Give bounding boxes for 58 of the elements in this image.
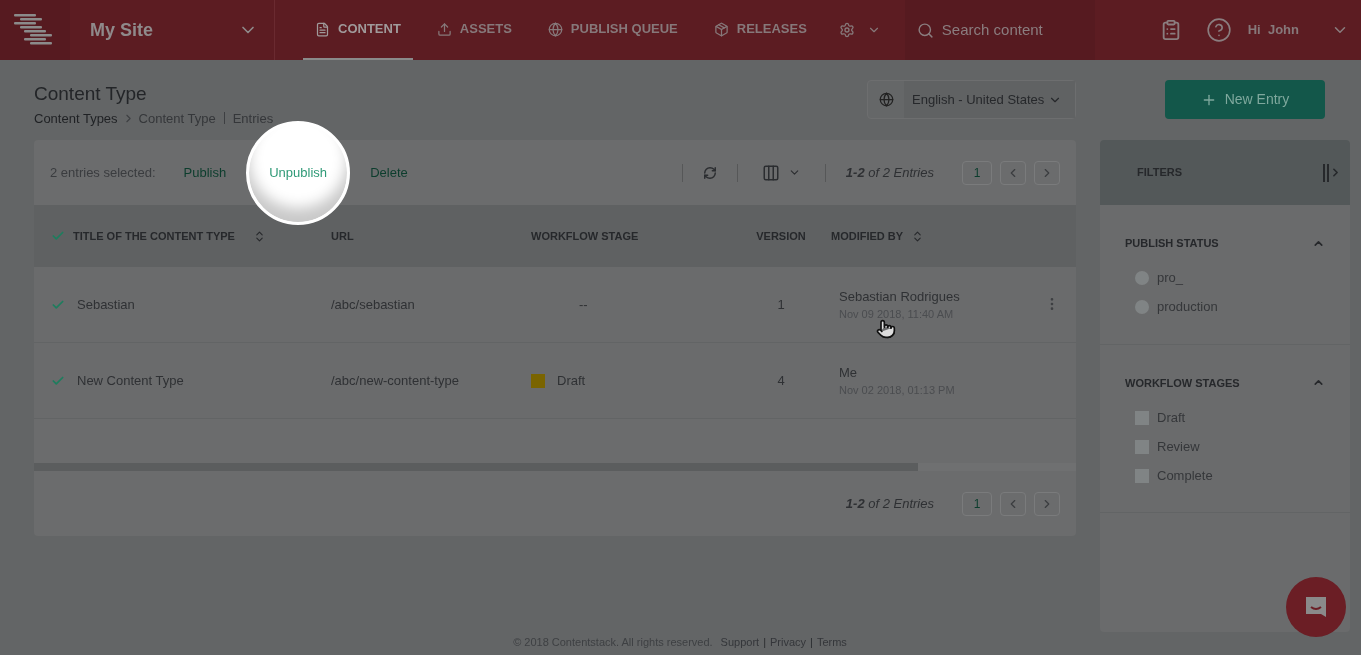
locale-selector[interactable]: English - United States xyxy=(867,80,1076,119)
search-field[interactable]: Search content xyxy=(941,18,1082,42)
page-title: Content Type xyxy=(34,82,148,106)
bulk-action-link[interactable]: Delete xyxy=(366,162,412,183)
bulk-action-link[interactable]: Unpublish xyxy=(246,121,351,225)
search-icon xyxy=(916,21,934,39)
radio-button[interactable] xyxy=(1135,271,1149,285)
upload-icon xyxy=(436,21,452,37)
filter-section-title: PUBLISH STATUS xyxy=(1125,236,1219,251)
column-header: URL xyxy=(331,228,354,244)
nav-tab[interactable]: ASSETS xyxy=(424,0,524,60)
version-number: 1 xyxy=(777,296,785,312)
checkbox[interactable] xyxy=(1135,468,1149,483)
hand-cursor-icon xyxy=(876,319,896,339)
nav-tab[interactable]: PUBLISH QUEUE xyxy=(535,0,690,60)
column-header: VERSION xyxy=(756,228,806,244)
footer-separator: | xyxy=(763,634,766,650)
help-icon[interactable] xyxy=(1205,17,1232,43)
entries-count: 1-2 of 2 Entries xyxy=(845,163,934,182)
nav-tab[interactable]: RELEASES xyxy=(701,0,819,60)
previous-page-button[interactable] xyxy=(1000,160,1026,185)
page-number[interactable]: 1 xyxy=(962,160,992,185)
checkbox[interactable] xyxy=(1135,410,1149,425)
site-selector[interactable]: My Site xyxy=(70,0,275,60)
user-greeting[interactable]: Hi John xyxy=(1247,20,1299,40)
globe-icon xyxy=(878,92,894,107)
nav-tab[interactable]: CONTENT xyxy=(303,0,413,60)
document-icon xyxy=(315,21,330,37)
column-header[interactable]: TITLE OF THE CONTENT TYPE xyxy=(73,227,235,245)
box-icon xyxy=(713,21,729,37)
search-bar[interactable]: Search content xyxy=(904,0,1095,60)
column-header: WORKFLOW STAGE xyxy=(531,228,639,244)
entry-title[interactable]: Sebastian xyxy=(77,294,135,315)
entry-url: /abc/new-content-type xyxy=(331,372,459,388)
checkbox[interactable] xyxy=(1135,439,1149,454)
version-number: 4 xyxy=(777,372,785,388)
filter-section-title: WORKFLOW STAGES xyxy=(1125,375,1240,391)
chat-icon xyxy=(1303,594,1329,620)
entry-url: /abc/sebastian xyxy=(331,296,415,312)
modifier-name: Sebastian Rodrigues xyxy=(839,287,961,306)
globe-icon xyxy=(547,21,563,37)
workflow-stage: Draft xyxy=(557,371,586,390)
bulk-action-link[interactable]: Publish xyxy=(179,162,231,183)
next-page-button[interactable] xyxy=(1034,160,1060,185)
entry-title[interactable]: New Content Type xyxy=(77,370,184,391)
logo-icon[interactable] xyxy=(0,0,70,60)
footer-separator: | xyxy=(810,634,813,650)
check-icon[interactable] xyxy=(51,229,65,243)
next-page-button[interactable] xyxy=(1034,491,1060,516)
workflow-stage: -- xyxy=(579,295,588,314)
column-header[interactable]: MODIFIED BY xyxy=(831,227,904,245)
radio-button[interactable] xyxy=(1135,300,1149,314)
modifier-name: Me xyxy=(839,363,859,382)
entries-count: 1-2 of 2 Entries xyxy=(845,494,934,513)
previous-page-button[interactable] xyxy=(1000,491,1026,516)
new-entry-button[interactable]: New Entry xyxy=(1165,80,1325,119)
page-number[interactable]: 1 xyxy=(962,491,992,516)
breadcrumb[interactable]: Content Types xyxy=(34,108,118,128)
